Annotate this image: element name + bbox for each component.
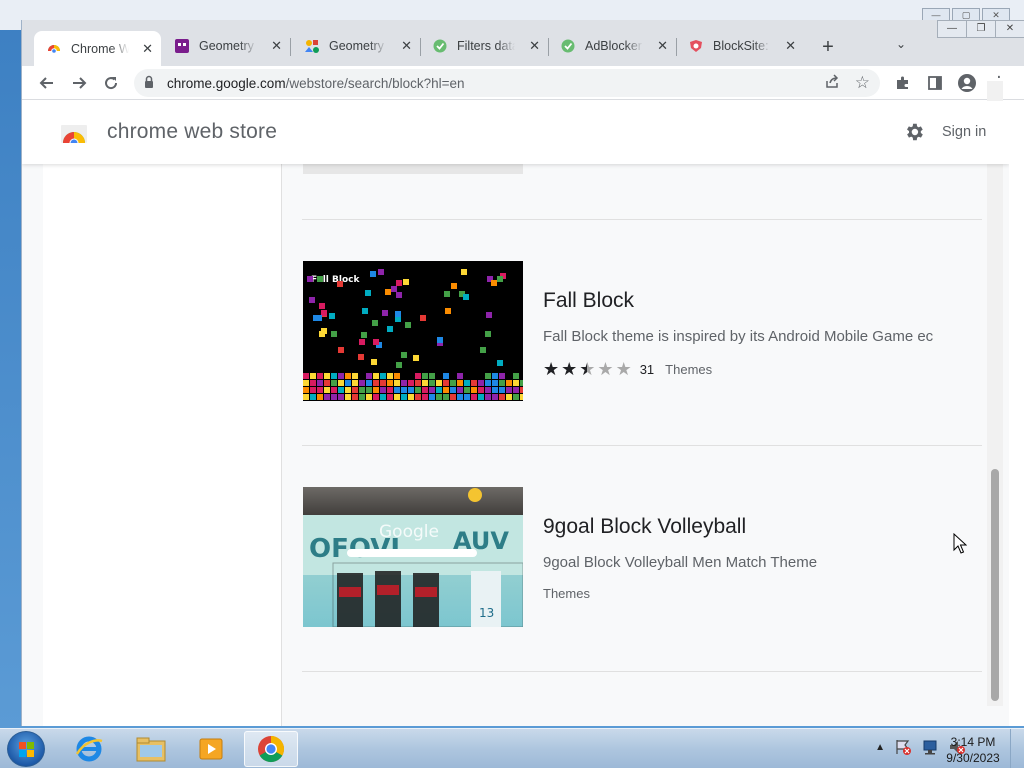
result-meta: ★ ★ ★ ★ ★ 31 Themes [543, 360, 712, 378]
chrome-web-store-icon [46, 41, 62, 57]
url-path: /webstore/search/block?hl=en [285, 76, 465, 91]
show-desktop-button[interactable] [1010, 729, 1024, 768]
tab-strip: Chrome Web Store ✕ Geometry Dash ✕ Geome… [22, 20, 1024, 66]
tab-separator [676, 38, 677, 56]
store-header: chrome web store Sign in [22, 101, 1009, 164]
tab-label: Geometry Dash [329, 39, 387, 53]
tab-separator [420, 38, 421, 56]
geometry-dash-icon [174, 38, 190, 54]
chrome-taskbar-icon[interactable] [244, 731, 298, 767]
close-tab-icon[interactable]: ✕ [401, 38, 412, 54]
lock-icon[interactable] [144, 75, 154, 94]
tab-label: Chrome Web Store [71, 41, 129, 56]
restore-icon[interactable]: ❐ [966, 20, 996, 38]
close-tab-icon[interactable]: ✕ [142, 41, 153, 57]
result-description: Fall Block theme is inspired by its Andr… [543, 328, 934, 345]
browser-toolbar: chrome.google.com/webstore/search/block?… [22, 66, 1024, 100]
close-window-icon[interactable]: ✕ [995, 20, 1024, 38]
new-tab-button[interactable]: + [818, 36, 838, 59]
tab-separator [548, 38, 549, 56]
close-tab-icon[interactable]: ✕ [271, 38, 282, 54]
clock-time: 3:14 PM [950, 735, 996, 749]
close-tab-icon[interactable]: ✕ [785, 38, 796, 54]
reload-icon[interactable] [100, 72, 122, 94]
result-title[interactable]: 9goal Block Volleyball [543, 515, 746, 539]
star-empty-icon: ★ [597, 359, 614, 379]
share-icon[interactable] [824, 74, 840, 95]
tab-adblocker-stopper[interactable]: AdBlocker Stopper ✕ [558, 31, 676, 61]
scrollbar-thumb[interactable] [991, 469, 999, 701]
tab-label: AdBlocker Stopper [585, 39, 643, 53]
store-sidebar [43, 164, 282, 726]
close-tab-icon[interactable]: ✕ [529, 38, 540, 54]
star-half-icon: ★ [579, 359, 596, 379]
windows-taskbar: ▲ 3:14 PM 9/30/2023 [0, 728, 1024, 768]
page-content: chrome web store Sign in Fall Block Fall… [22, 101, 1009, 726]
chrome-window: Chrome Web Store ✕ Geometry Dash ✕ Geome… [21, 20, 1024, 726]
result-title[interactable]: Fall Block [543, 289, 634, 313]
adguard-shield-icon [432, 38, 448, 54]
search-results: Fall Block Fall Block Fall Block theme i… [302, 164, 982, 726]
gear-icon[interactable] [903, 121, 925, 148]
rating-count: 31 [639, 361, 655, 377]
result-divider [302, 671, 982, 672]
previous-result-thumbnail[interactable] [303, 164, 523, 174]
chrome-web-store-logo[interactable] [61, 121, 87, 148]
url-host: chrome.google.com [167, 76, 286, 91]
mouse-cursor-icon [953, 533, 967, 554]
star-full-icon: ★ [561, 359, 578, 379]
tab-blocksite[interactable]: BlockSite: Free ✕ [686, 31, 804, 61]
tab-label: Filters database [457, 39, 515, 53]
tab-geometry-dash-2[interactable]: Geometry Dash ✕ [302, 31, 420, 61]
profile-avatar-icon[interactable] [956, 72, 978, 94]
result-category: Themes [543, 586, 590, 601]
volleyball-thumbnail[interactable]: OFOVL AUV Google 13 [303, 487, 523, 627]
result-meta: Themes [543, 586, 590, 601]
geometry-shapes-icon [304, 38, 320, 54]
back-arrow-icon[interactable] [36, 72, 58, 94]
forward-arrow-icon[interactable] [68, 72, 90, 94]
windows-start-button[interactable] [7, 731, 45, 767]
minimize-icon[interactable]: — [937, 20, 967, 38]
clock-date: 9/30/2023 [946, 751, 1000, 765]
adguard-shield-icon [560, 38, 576, 54]
sign-in-link[interactable]: Sign in [942, 124, 986, 140]
network-icon[interactable] [921, 739, 939, 755]
tab-chrome-web-store[interactable]: Chrome Web Store ✕ [34, 31, 161, 66]
blocksite-shield-icon [688, 38, 704, 54]
star-full-icon: ★ [543, 359, 560, 379]
tab-filters-database[interactable]: Filters database ✕ [430, 31, 548, 61]
bookmark-star-icon[interactable]: ☆ [855, 73, 870, 93]
media-player-taskbar-icon[interactable] [184, 731, 238, 767]
file-explorer-taskbar-icon[interactable] [124, 731, 178, 767]
tab-separator [290, 38, 291, 56]
action-center-flag-icon[interactable] [894, 739, 912, 755]
tab-label: Geometry Dash [199, 39, 257, 53]
result-divider [302, 219, 982, 220]
result-category: Themes [665, 361, 713, 377]
side-panel-icon[interactable] [924, 72, 946, 94]
result-item-fall-block[interactable]: Fall Block Fall Block Fall Block theme i… [302, 261, 982, 401]
result-item-9goal-block-volleyball[interactable]: OFOVL AUV Google 13 9goal Bloc [302, 487, 982, 627]
address-bar[interactable]: chrome.google.com/webstore/search/block?… [134, 69, 880, 97]
internet-explorer-taskbar-icon[interactable] [62, 731, 116, 767]
fall-block-thumbnail[interactable]: Fall Block [303, 261, 523, 401]
result-description: 9goal Block Volleyball Men Match Theme [543, 554, 818, 571]
svg-text:13: 13 [479, 606, 494, 620]
tab-label: BlockSite: Free [713, 39, 771, 53]
show-hidden-icons-chevron-icon[interactable]: ▲ [875, 742, 885, 753]
tab-geometry-dash-1[interactable]: Geometry Dash ✕ [172, 31, 290, 61]
store-title[interactable]: chrome web store [107, 120, 277, 144]
thumb-label: Google [379, 522, 439, 542]
star-rating: ★ ★ ★ ★ ★ [543, 360, 632, 378]
window-controls: — ❐ ✕ [937, 20, 1024, 38]
result-divider [302, 445, 982, 446]
extensions-puzzle-icon[interactable] [892, 72, 914, 94]
taskbar-clock[interactable]: 3:14 PM 9/30/2023 [940, 734, 1006, 766]
url-text[interactable]: chrome.google.com/webstore/search/block?… [167, 76, 465, 91]
close-tab-icon[interactable]: ✕ [657, 38, 668, 54]
page-scrollbar[interactable] [987, 81, 1003, 706]
tab-search-chevron-icon[interactable]: ⌄ [896, 37, 906, 51]
star-empty-icon: ★ [615, 359, 632, 379]
